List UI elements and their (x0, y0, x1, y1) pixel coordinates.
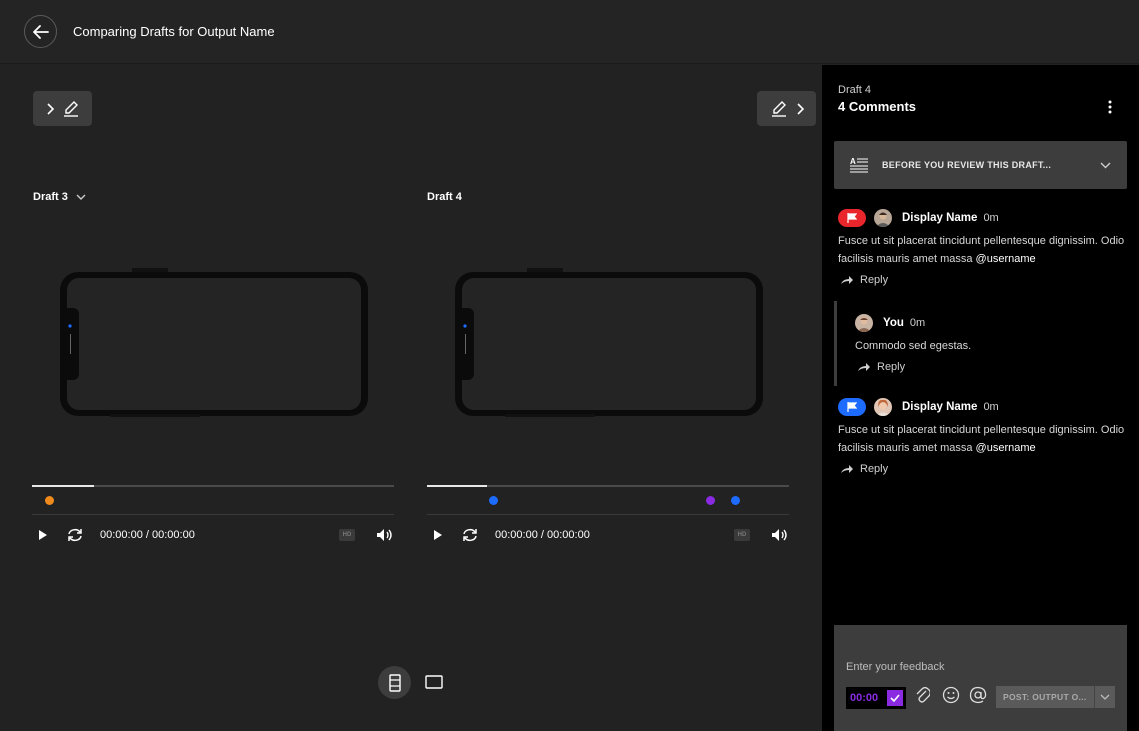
compare-area: Draft 3 00:00:00 / 00:00:00 HD Draft 4 0… (0, 65, 822, 731)
avatar (874, 398, 892, 416)
top-bar: Comparing Drafts for Output Name (0, 0, 1139, 64)
pencil-icon (771, 100, 786, 117)
draft-label-right: Draft 4 (427, 191, 462, 203)
volume-icon[interactable] (376, 528, 393, 542)
progress-bar-left[interactable] (32, 485, 394, 487)
emoji-icon[interactable] (942, 686, 960, 704)
portrait-view-button[interactable] (378, 666, 411, 699)
reply-arrow-icon (858, 363, 870, 371)
reply-button[interactable]: Reply (857, 361, 1115, 373)
mention-link[interactable]: @username (976, 253, 1036, 265)
pencil-icon (63, 100, 78, 117)
hd-badge[interactable]: HD (734, 529, 750, 541)
loop-icon[interactable] (461, 527, 479, 543)
svg-text:A: A (850, 157, 856, 166)
hd-badge[interactable]: HD (339, 529, 355, 541)
phone-frame-right (455, 268, 763, 417)
comment-marker[interactable] (731, 496, 740, 505)
reply-label: Reply (877, 361, 906, 373)
divider (32, 514, 394, 515)
flag-badge[interactable] (838, 398, 866, 416)
flag-icon (847, 213, 857, 223)
chevron-right-icon (796, 102, 804, 115)
arrow-left-icon (32, 24, 49, 39)
chevron-down-icon (1100, 162, 1111, 168)
reply-thread: You 0m Commodo sed egestas. Reply (834, 301, 1128, 386)
loop-icon[interactable] (66, 527, 84, 543)
draft-selector-left[interactable]: Draft 3 (33, 191, 86, 203)
comment-markers-left (32, 494, 394, 508)
at-mention-icon[interactable] (969, 686, 987, 704)
divider (427, 514, 789, 515)
comment-time: 0m (909, 317, 926, 329)
draft-label: Draft 3 (33, 191, 68, 203)
volume-icon[interactable] (771, 528, 788, 542)
play-icon[interactable] (433, 529, 443, 541)
comment-item: Display Name 0m Fusce ut sit placerat ti… (838, 397, 1128, 475)
before-review-label: BEFORE YOU REVIEW THIS DRAFT... (882, 160, 1052, 170)
text-align-icon: A (850, 157, 868, 173)
page-title: Comparing Drafts for Output Name (73, 24, 275, 39)
post-options-dropdown[interactable] (1094, 686, 1115, 708)
check-icon (887, 690, 903, 706)
chevron-right-icon (46, 102, 54, 115)
commenter-name: Display Name (902, 212, 978, 224)
timecode-display: 00:00:00 / 00:00:00 (495, 529, 590, 541)
comment-marker[interactable] (706, 496, 715, 505)
comment-markers-right (427, 494, 789, 508)
reply-button[interactable]: Reply (840, 463, 1128, 475)
post-button-label: POST: OUTPUT O... (1003, 692, 1087, 702)
reply-label: Reply (860, 274, 889, 286)
feedback-input[interactable] (834, 625, 1127, 685)
comments-panel: Draft 4 4 Comments A BEFORE YOU REVIEW T… (822, 65, 1139, 731)
reply-button[interactable]: Reply (840, 274, 1128, 286)
landscape-view-icon[interactable] (425, 675, 443, 689)
panel-draft-label: Draft 4 (838, 84, 872, 96)
reply-arrow-icon (841, 465, 853, 473)
play-icon[interactable] (38, 529, 48, 541)
paperclip-icon[interactable] (916, 686, 930, 704)
avatar (874, 209, 892, 227)
post-button[interactable]: POST: OUTPUT O... (996, 686, 1115, 708)
comment-body: Commodo sed egestas. (855, 340, 972, 352)
comment-body: Fusce ut sit placerat tincidunt pellente… (838, 232, 1128, 268)
before-review-dropdown[interactable]: A BEFORE YOU REVIEW THIS DRAFT... (834, 141, 1127, 189)
more-options-icon[interactable] (1108, 100, 1112, 114)
commenter-name: You (883, 317, 904, 329)
commenter-name: Display Name (902, 401, 978, 413)
feedback-composer: 00:00 POST: OUTPUT O... (834, 625, 1127, 731)
right-annotate-toggle-button[interactable] (757, 91, 816, 126)
phone-frame-left (60, 268, 368, 417)
comment-time: 0m (983, 401, 999, 413)
timecode-value: 00:00 (850, 692, 879, 704)
comment-marker[interactable] (45, 496, 54, 505)
avatar (855, 314, 873, 332)
draft-label: Draft 4 (427, 191, 462, 203)
comment-body: Fusce ut sit placerat tincidunt pellente… (838, 421, 1128, 457)
reply-label: Reply (860, 463, 889, 475)
reply-arrow-icon (841, 276, 853, 284)
phone-portrait-icon (388, 673, 401, 692)
flag-badge[interactable] (838, 209, 866, 227)
comment-item: Display Name 0m Fusce ut sit placerat ti… (838, 208, 1128, 286)
comment-marker[interactable] (489, 496, 498, 505)
chevron-down-icon (76, 194, 86, 200)
timecode-display: 00:00:00 / 00:00:00 (100, 529, 195, 541)
left-annotate-toggle-button[interactable] (33, 91, 92, 126)
comment-count: 4 Comments (838, 99, 917, 114)
timecode-toggle[interactable]: 00:00 (846, 687, 906, 709)
chevron-down-icon (1100, 694, 1110, 700)
flag-icon (847, 402, 857, 412)
progress-bar-right[interactable] (427, 485, 789, 487)
back-button[interactable] (24, 15, 57, 48)
mention-link[interactable]: @username (976, 442, 1036, 454)
comment-time: 0m (983, 212, 999, 224)
